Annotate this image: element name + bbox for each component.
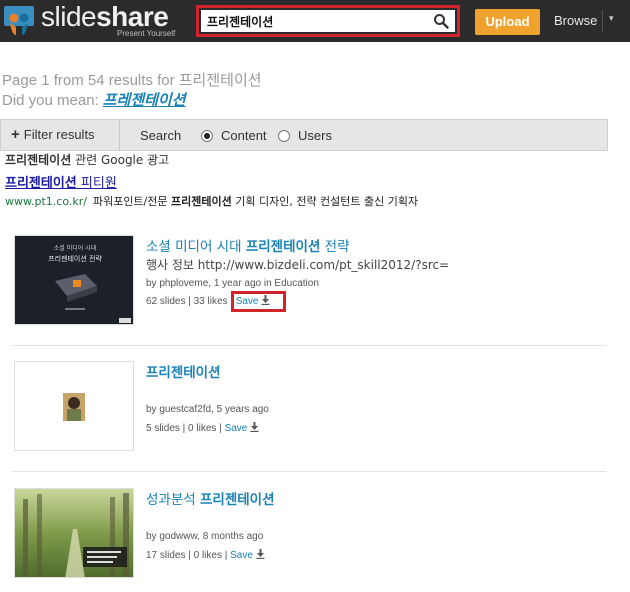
save-button[interactable]: Save <box>230 549 265 561</box>
save-label: Save <box>230 550 253 561</box>
result-title-link[interactable]: 성과분석 프리젠테이션 <box>146 488 275 508</box>
result-meta: by guestcaf2fd, 5 years ago <box>146 404 269 415</box>
result-stats: 17 slides | 0 likes | Save <box>146 549 265 561</box>
result-thumbnail[interactable] <box>14 488 134 578</box>
ad-desc-pre: 파워포인트/전문 <box>92 195 171 208</box>
ad-description: www.pt1.co.kr/파워포인트/전문 프리젠테이션 기획 디자인, 전략… <box>5 193 418 209</box>
result-title-link[interactable]: 소셜 미디어 시대 프리젠테이션 전략 <box>146 235 350 255</box>
result-divider <box>12 345 606 346</box>
save-highlight-outline <box>231 291 286 312</box>
result-thumbnail[interactable] <box>14 361 134 451</box>
ad-desc-keyword: 프리젠테이션 <box>171 195 232 208</box>
search-scope-label: Search <box>140 128 182 143</box>
result-title-keyword: 프리젠테이션 <box>199 492 275 508</box>
result-stats-text: 5 slides | 0 likes | <box>146 423 222 434</box>
ad-title-text: 피티원 <box>76 176 117 191</box>
users-radio[interactable] <box>278 130 290 142</box>
slideshare-logo-icon <box>4 6 34 35</box>
result-item: 프리젠테이션 by guestcaf2fd, 5 years ago 5 sli… <box>0 361 608 487</box>
result-stats-text: 17 slides | 0 likes | <box>146 550 228 561</box>
filter-results-label: Filter results <box>23 127 95 142</box>
presentation-thumbnail-image: 소셜 미디어 시대 프리젠테이션 전략 <box>15 236 133 324</box>
ad-url[interactable]: www.pt1.co.kr/ <box>5 195 87 208</box>
filter-results-button[interactable]: + Filter results <box>1 120 120 150</box>
thumb-line-2: 프리젠테이션 전략 <box>48 254 102 263</box>
result-thumbnail[interactable]: 소셜 미디어 시대 프리젠테이션 전략 <box>14 235 134 325</box>
logo-tagline: Present Yourself <box>117 29 176 38</box>
result-stats-text: 62 slides | 33 likes | <box>146 296 233 307</box>
save-label: Save <box>224 423 248 434</box>
result-title-pre: 성과분석 <box>146 492 200 508</box>
result-title-keyword: 프리젠테이션 <box>146 365 221 381</box>
chevron-down-icon[interactable]: ▾ <box>609 14 614 24</box>
ad-title-link[interactable]: 프리젠테이션 피티원 <box>5 172 117 191</box>
result-item: 성과분석 프리젠테이션 by godwww, 8 months ago 17 s… <box>0 488 608 592</box>
download-icon <box>256 549 265 559</box>
presentation-thumbnail-image <box>15 489 133 577</box>
ad-header-text: 관련 Google 광고 <box>71 153 170 167</box>
result-meta: by godwww, 8 months ago <box>146 531 264 542</box>
result-title-link[interactable]: 프리젠테이션 <box>146 361 221 381</box>
result-title-pre: 소셜 미디어 시대 <box>146 239 246 255</box>
result-stats: 5 slides | 0 likes | Save <box>146 422 259 434</box>
did-you-mean-label: Did you mean: <box>2 92 99 109</box>
ad-header-keyword: 프리젠테이션 <box>5 153 72 167</box>
result-item: 소셜 미디어 시대 프리젠테이션 전략 소셜 미디어 시대 프리젠테이션 전략 … <box>0 235 608 361</box>
browse-divider <box>602 10 603 32</box>
ad-header: 프리젠테이션 관련 Google 광고 <box>5 151 169 168</box>
presentation-thumbnail-image <box>15 362 133 450</box>
browse-menu-button[interactable]: Browse <box>554 13 597 28</box>
filter-bar: + Filter results Search Content Users <box>0 119 608 151</box>
result-description: 행사 정보 http://www.bizdeli.com/pt_skill201… <box>146 258 450 272</box>
result-divider <box>12 471 606 472</box>
logo-wordmark-share: share <box>96 1 169 32</box>
upload-button[interactable]: Upload <box>475 9 540 35</box>
users-radio-label[interactable]: Users <box>298 128 332 143</box>
ad-desc-post: 기획 디자인, 전략 컨설턴트 출신 기획자 <box>231 195 419 208</box>
results-summary: Page 1 from 54 results for 프리젠테이션 <box>2 72 262 89</box>
ad-title-keyword: 프리젠테이션 <box>5 176 77 191</box>
result-title-keyword: 프리젠테이션 <box>245 239 321 255</box>
logo-wordmark-slide: slide <box>41 1 97 32</box>
download-icon <box>250 422 259 432</box>
did-you-mean: Did you mean: 프레젠테이션 <box>2 89 186 110</box>
content-radio-label[interactable]: Content <box>221 128 267 143</box>
plus-icon: + <box>11 126 20 143</box>
save-button[interactable]: Save <box>224 422 260 434</box>
result-title-post: 전략 <box>320 239 350 255</box>
top-navigation-bar: slideshare Present Yourself Upload Brows… <box>0 0 630 42</box>
slideshare-logo[interactable]: slideshare Present Yourself <box>3 1 183 39</box>
did-you-mean-link[interactable]: 프레젠테이션 <box>103 92 186 109</box>
result-meta: by phploveme, 1 year ago in Education <box>146 278 319 289</box>
content-radio[interactable] <box>201 130 213 142</box>
search-highlight-outline <box>196 5 460 37</box>
thumb-line-1: 소셜 미디어 시대 <box>54 244 96 252</box>
